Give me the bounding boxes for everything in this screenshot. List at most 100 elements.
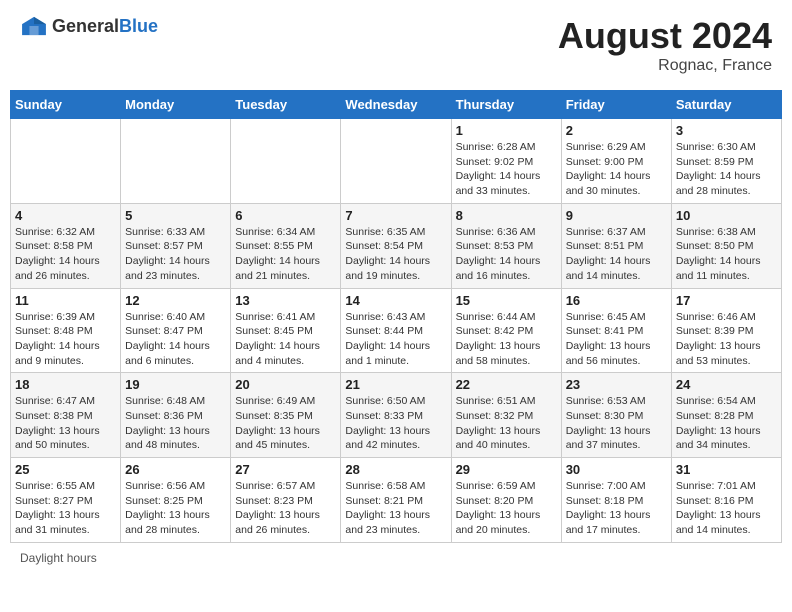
day-info: Sunrise: 6:30 AMSunset: 8:59 PMDaylight:… [676,140,777,199]
day-number: 30 [566,462,667,477]
day-info: Sunrise: 6:48 AMSunset: 8:36 PMDaylight:… [125,394,226,453]
day-number: 22 [456,377,557,392]
calendar-cell: 10 Sunrise: 6:38 AMSunset: 8:50 PMDayligh… [671,203,781,288]
day-info: Sunrise: 6:47 AMSunset: 8:38 PMDaylight:… [15,394,116,453]
day-info: Sunrise: 6:41 AMSunset: 8:45 PMDaylight:… [235,310,336,369]
day-info: Sunrise: 6:51 AMSunset: 8:32 PMDaylight:… [456,394,557,453]
calendar-cell [121,119,231,204]
calendar-week-1: 1 Sunrise: 6:28 AMSunset: 9:02 PMDaylight… [11,119,782,204]
calendar-cell: 14 Sunrise: 6:43 AMSunset: 8:44 PMDayligh… [341,288,451,373]
calendar-cell: 22 Sunrise: 6:51 AMSunset: 8:32 PMDayligh… [451,373,561,458]
day-number: 7 [345,208,446,223]
col-sunday: Sunday [11,91,121,119]
calendar-week-5: 25 Sunrise: 6:55 AMSunset: 8:27 PMDayligh… [11,458,782,543]
day-number: 11 [15,293,116,308]
day-info: Sunrise: 6:59 AMSunset: 8:20 PMDaylight:… [456,479,557,538]
day-info: Sunrise: 6:37 AMSunset: 8:51 PMDaylight:… [566,225,667,284]
title-block: August 2024 Rognac, France [558,15,772,75]
day-info: Sunrise: 6:50 AMSunset: 8:33 PMDaylight:… [345,394,446,453]
day-number: 21 [345,377,446,392]
col-friday: Friday [561,91,671,119]
calendar-cell: 8 Sunrise: 6:36 AMSunset: 8:53 PMDaylight… [451,203,561,288]
calendar-cell: 5 Sunrise: 6:33 AMSunset: 8:57 PMDaylight… [121,203,231,288]
day-info: Sunrise: 7:01 AMSunset: 8:16 PMDaylight:… [676,479,777,538]
day-number: 18 [15,377,116,392]
day-number: 9 [566,208,667,223]
calendar-cell: 7Sunrise: 6:35 AMSunset: 8:54 PMDaylight… [341,203,451,288]
daylight-label: Daylight hours [20,551,97,565]
day-number: 13 [235,293,336,308]
month-year-title: August 2024 [558,15,772,57]
day-number: 19 [125,377,226,392]
footer: Daylight hours [10,551,782,565]
day-info: Sunrise: 6:33 AMSunset: 8:57 PMDaylight:… [125,225,226,284]
calendar-cell: 13 Sunrise: 6:41 AMSunset: 8:45 PMDayligh… [231,288,341,373]
col-saturday: Saturday [671,91,781,119]
calendar-cell: 6Sunrise: 6:34 AMSunset: 8:55 PMDaylight… [231,203,341,288]
calendar-cell: 9 Sunrise: 6:37 AMSunset: 8:51 PMDaylight… [561,203,671,288]
calendar-cell: 3 Sunrise: 6:30 AMSunset: 8:59 PMDaylight… [671,119,781,204]
day-number: 3 [676,123,777,138]
calendar-cell: 4 Sunrise: 6:32 AMSunset: 8:58 PMDaylight… [11,203,121,288]
day-number: 5 [125,208,226,223]
calendar-cell: 19 Sunrise: 6:48 AMSunset: 8:36 PMDayligh… [121,373,231,458]
calendar-cell: 21 Sunrise: 6:50 AMSunset: 8:33 PMDayligh… [341,373,451,458]
day-info: Sunrise: 6:36 AMSunset: 8:53 PMDaylight:… [456,225,557,284]
day-info: Sunrise: 6:54 AMSunset: 8:28 PMDaylight:… [676,394,777,453]
day-info: Sunrise: 6:34 AMSunset: 8:55 PMDaylight:… [235,225,336,284]
day-info: Sunrise: 6:43 AMSunset: 8:44 PMDaylight:… [345,310,446,369]
day-info: Sunrise: 6:28 AMSunset: 9:02 PMDaylight:… [456,140,557,199]
calendar-cell: 30 Sunrise: 7:00 AMSunset: 8:18 PMDayligh… [561,458,671,543]
day-number: 16 [566,293,667,308]
logo-icon [20,15,48,37]
col-tuesday: Tuesday [231,91,341,119]
day-info: Sunrise: 6:49 AMSunset: 8:35 PMDaylight:… [235,394,336,453]
day-number: 1 [456,123,557,138]
calendar-cell [231,119,341,204]
calendar-cell [341,119,451,204]
calendar-cell: 26Sunrise: 6:56 AMSunset: 8:25 PMDayligh… [121,458,231,543]
calendar-cell: 1 Sunrise: 6:28 AMSunset: 9:02 PMDaylight… [451,119,561,204]
col-thursday: Thursday [451,91,561,119]
day-number: 2 [566,123,667,138]
logo-general-text: General [52,16,119,36]
col-wednesday: Wednesday [341,91,451,119]
location-subtitle: Rognac, France [558,57,772,75]
logo-blue-text: Blue [119,16,158,36]
day-number: 14 [345,293,446,308]
calendar-cell: 16Sunrise: 6:45 AMSunset: 8:41 PMDayligh… [561,288,671,373]
calendar-cell: 20 Sunrise: 6:49 AMSunset: 8:35 PMDayligh… [231,373,341,458]
day-info: Sunrise: 6:38 AMSunset: 8:50 PMDaylight:… [676,225,777,284]
day-info: Sunrise: 6:55 AMSunset: 8:27 PMDaylight:… [15,479,116,538]
calendar-cell: 27Sunrise: 6:57 AMSunset: 8:23 PMDayligh… [231,458,341,543]
day-number: 15 [456,293,557,308]
calendar-cell: 2Sunrise: 6:29 AMSunset: 9:00 PMDaylight… [561,119,671,204]
day-number: 17 [676,293,777,308]
day-number: 8 [456,208,557,223]
calendar-week-2: 4 Sunrise: 6:32 AMSunset: 8:58 PMDaylight… [11,203,782,288]
day-number: 29 [456,462,557,477]
calendar-cell: 17Sunrise: 6:46 AMSunset: 8:39 PMDayligh… [671,288,781,373]
day-number: 31 [676,462,777,477]
calendar-cell: 18 Sunrise: 6:47 AMSunset: 8:38 PMDayligh… [11,373,121,458]
calendar-cell: 31 Sunrise: 7:01 AMSunset: 8:16 PMDayligh… [671,458,781,543]
calendar-cell: 23 Sunrise: 6:53 AMSunset: 8:30 PMDayligh… [561,373,671,458]
day-number: 26 [125,462,226,477]
day-number: 28 [345,462,446,477]
day-number: 23 [566,377,667,392]
day-info: Sunrise: 6:53 AMSunset: 8:30 PMDaylight:… [566,394,667,453]
day-info: Sunrise: 6:39 AMSunset: 8:48 PMDaylight:… [15,310,116,369]
calendar-cell: 12Sunrise: 6:40 AMSunset: 8:47 PMDayligh… [121,288,231,373]
calendar-week-3: 11 Sunrise: 6:39 AMSunset: 8:48 PMDayligh… [11,288,782,373]
day-number: 4 [15,208,116,223]
day-number: 25 [15,462,116,477]
day-number: 27 [235,462,336,477]
day-number: 10 [676,208,777,223]
day-number: 20 [235,377,336,392]
day-info: Sunrise: 7:00 AMSunset: 8:18 PMDaylight:… [566,479,667,538]
calendar-header-row: Sunday Monday Tuesday Wednesday Thursday… [11,91,782,119]
calendar-cell: 15Sunrise: 6:44 AMSunset: 8:42 PMDayligh… [451,288,561,373]
day-info: Sunrise: 6:32 AMSunset: 8:58 PMDaylight:… [15,225,116,284]
page-header: GeneralBlue August 2024 Rognac, France [10,10,782,80]
day-info: Sunrise: 6:40 AMSunset: 8:47 PMDaylight:… [125,310,226,369]
